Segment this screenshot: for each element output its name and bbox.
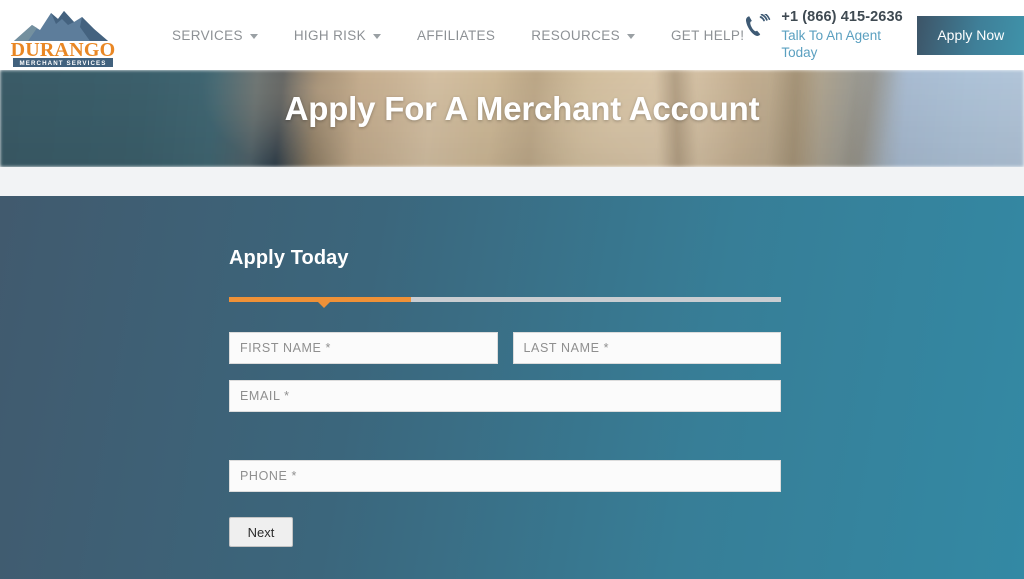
apply-form-container: Apply Today Next bbox=[229, 196, 781, 547]
hero-banner: Apply For A Merchant Account bbox=[0, 70, 1024, 167]
first-name-input[interactable] bbox=[229, 332, 498, 364]
nav-item-services[interactable]: SERVICES bbox=[172, 28, 258, 43]
form-progress-bar bbox=[229, 293, 781, 308]
phone-number[interactable]: +1 (866) 415-2636 bbox=[781, 8, 902, 27]
site-logo[interactable]: DURANGO MERCHANT SERVICES bbox=[4, 5, 122, 67]
header-contact: +1 (866) 415-2636 Talk To An Agent Today bbox=[744, 8, 903, 62]
chevron-down-icon bbox=[626, 33, 635, 39]
email-field-row bbox=[229, 380, 781, 444]
progress-step-marker bbox=[317, 302, 330, 308]
nav-label-high-risk: HIGH RISK bbox=[293, 27, 366, 43]
chevron-down-icon bbox=[373, 33, 381, 39]
nav-label-affiliates: AFFILIATES bbox=[417, 27, 496, 43]
page-title: Apply For A Merchant Account bbox=[284, 90, 760, 127]
site-header: DURANGO MERCHANT SERVICES SERVICES HIGH … bbox=[0, 0, 1024, 70]
nav-item-get-help[interactable]: GET HELP! bbox=[671, 28, 744, 43]
apply-form-section: Apply Today Next bbox=[0, 196, 1024, 579]
nav-label-services: SERVICES bbox=[172, 27, 243, 43]
section-divider-band bbox=[0, 167, 1024, 196]
main-navigation: SERVICES HIGH RISK AFFILIATES RESOURCES … bbox=[172, 28, 744, 43]
chevron-down-icon bbox=[249, 33, 258, 39]
next-button[interactable]: Next bbox=[229, 517, 293, 547]
phone-field-row bbox=[229, 460, 781, 492]
contact-text-block: +1 (866) 415-2636 Talk To An Agent Today bbox=[781, 8, 902, 62]
nav-item-resources[interactable]: RESOURCES bbox=[531, 28, 635, 43]
form-heading: Apply Today bbox=[229, 247, 349, 269]
nav-label-get-help: GET HELP! bbox=[670, 27, 745, 43]
nav-item-high-risk[interactable]: HIGH RISK bbox=[294, 28, 381, 43]
apply-now-button[interactable]: Apply Now bbox=[916, 15, 1024, 55]
email-input[interactable] bbox=[229, 380, 781, 412]
nav-label-resources: RESOURCES bbox=[531, 27, 620, 43]
mountain-icon: DURANGO MERCHANT SERVICES bbox=[11, 11, 116, 67]
nav-item-affiliates[interactable]: AFFILIATES bbox=[417, 28, 495, 43]
phone-input[interactable] bbox=[229, 460, 781, 492]
phone-ringing-icon bbox=[744, 11, 772, 45]
talk-to-agent-link[interactable]: Talk To An Agent Today bbox=[781, 27, 893, 63]
last-name-input[interactable] bbox=[512, 332, 781, 364]
name-field-row bbox=[229, 332, 781, 364]
svg-text:DURANGO: DURANGO bbox=[11, 39, 116, 61]
svg-text:MERCHANT SERVICES: MERCHANT SERVICES bbox=[19, 60, 106, 67]
